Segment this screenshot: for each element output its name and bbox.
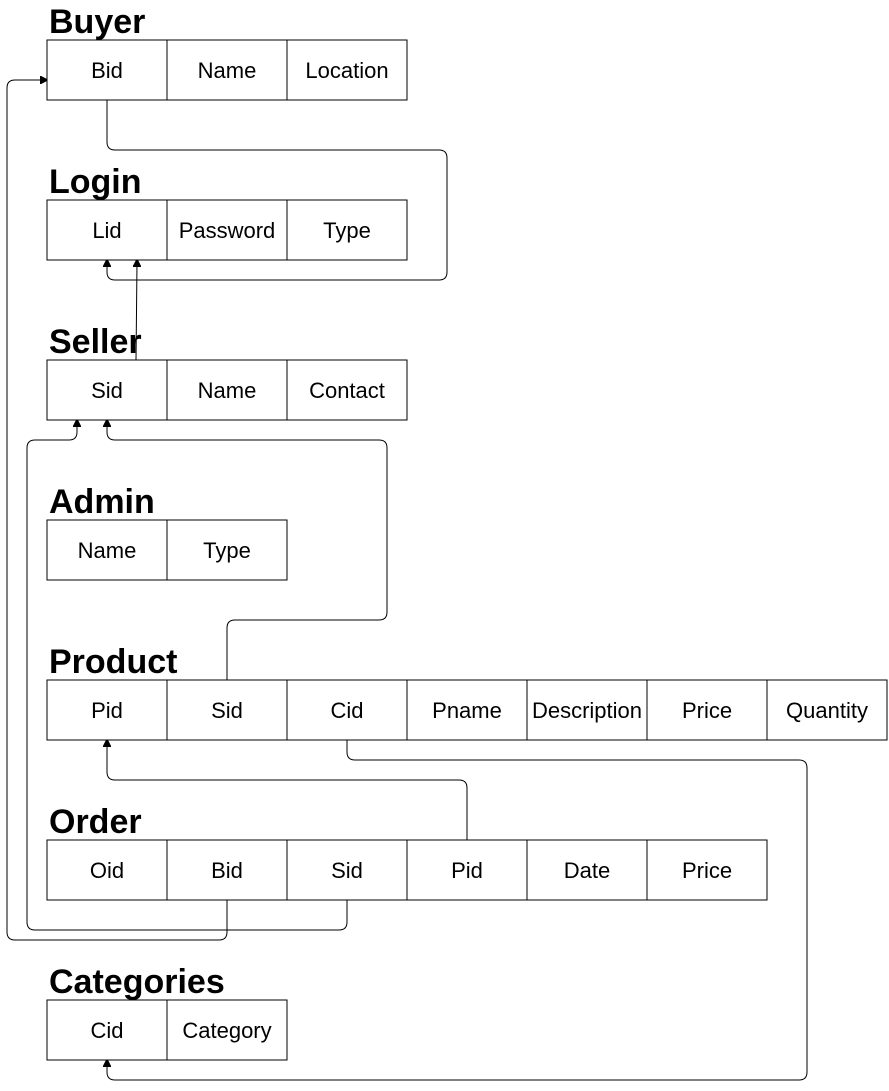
column-order-pid: Pid (451, 858, 483, 883)
table-title-admin: Admin (49, 483, 155, 521)
schema-diagram: Buyer Bid Name Location Login Lid Password Type… (6, 3, 888, 1081)
table-title-product: Product (49, 643, 177, 681)
table-title-buyer: Buyer (49, 3, 145, 41)
column-categories-cid: Cid (90, 1018, 123, 1043)
tables-layer: Buyer Bid Name Location Login Lid Password Type… (46, 3, 888, 1061)
column-product-pid: Pid (91, 698, 123, 723)
column-order-price: Price (682, 858, 732, 883)
link-order-pid-to-product-pid (107, 743, 468, 840)
table-categories: Categories Cid Category (46, 963, 288, 1061)
column-login-lid: Lid (92, 218, 121, 243)
column-seller-sid: Sid (91, 378, 123, 403)
column-buyer-location: Location (305, 58, 388, 83)
column-product-price: Price (682, 698, 732, 723)
table-order: Order Oid Bid Sid Pid Date Price (46, 803, 768, 901)
column-order-date: Date (564, 858, 610, 883)
column-admin-name: Name (78, 538, 137, 563)
column-categories-category: Category (182, 1018, 271, 1043)
column-seller-contact: Contact (309, 378, 385, 403)
column-login-type: Type (323, 218, 371, 243)
column-product-pname: Pname (432, 698, 502, 723)
column-product-sid: Sid (211, 698, 243, 723)
column-seller-name: Name (198, 378, 257, 403)
table-title-categories: Categories (49, 963, 225, 1001)
table-login: Login Lid Password Type (46, 163, 408, 261)
table-title-order: Order (49, 803, 142, 841)
table-title-login: Login (49, 163, 142, 201)
column-login-password: Password (179, 218, 276, 243)
column-product-description: Description (532, 698, 642, 723)
table-product: Product Pid Sid Cid Pname Description Price Qua… (46, 643, 888, 741)
table-title-seller: Seller (49, 323, 142, 361)
table-seller: Seller Sid Name Contact (46, 323, 408, 421)
column-product-quantity: Quantity (786, 698, 868, 723)
column-order-bid: Bid (211, 858, 243, 883)
column-admin-type: Type (203, 538, 251, 563)
column-buyer-bid: Bid (91, 58, 123, 83)
table-buyer: Buyer Bid Name Location (46, 3, 408, 101)
table-admin: Admin Name Type (46, 483, 288, 581)
column-buyer-name: Name (198, 58, 257, 83)
column-product-cid: Cid (330, 698, 363, 723)
column-order-oid: Oid (90, 858, 124, 883)
column-order-sid: Sid (331, 858, 363, 883)
